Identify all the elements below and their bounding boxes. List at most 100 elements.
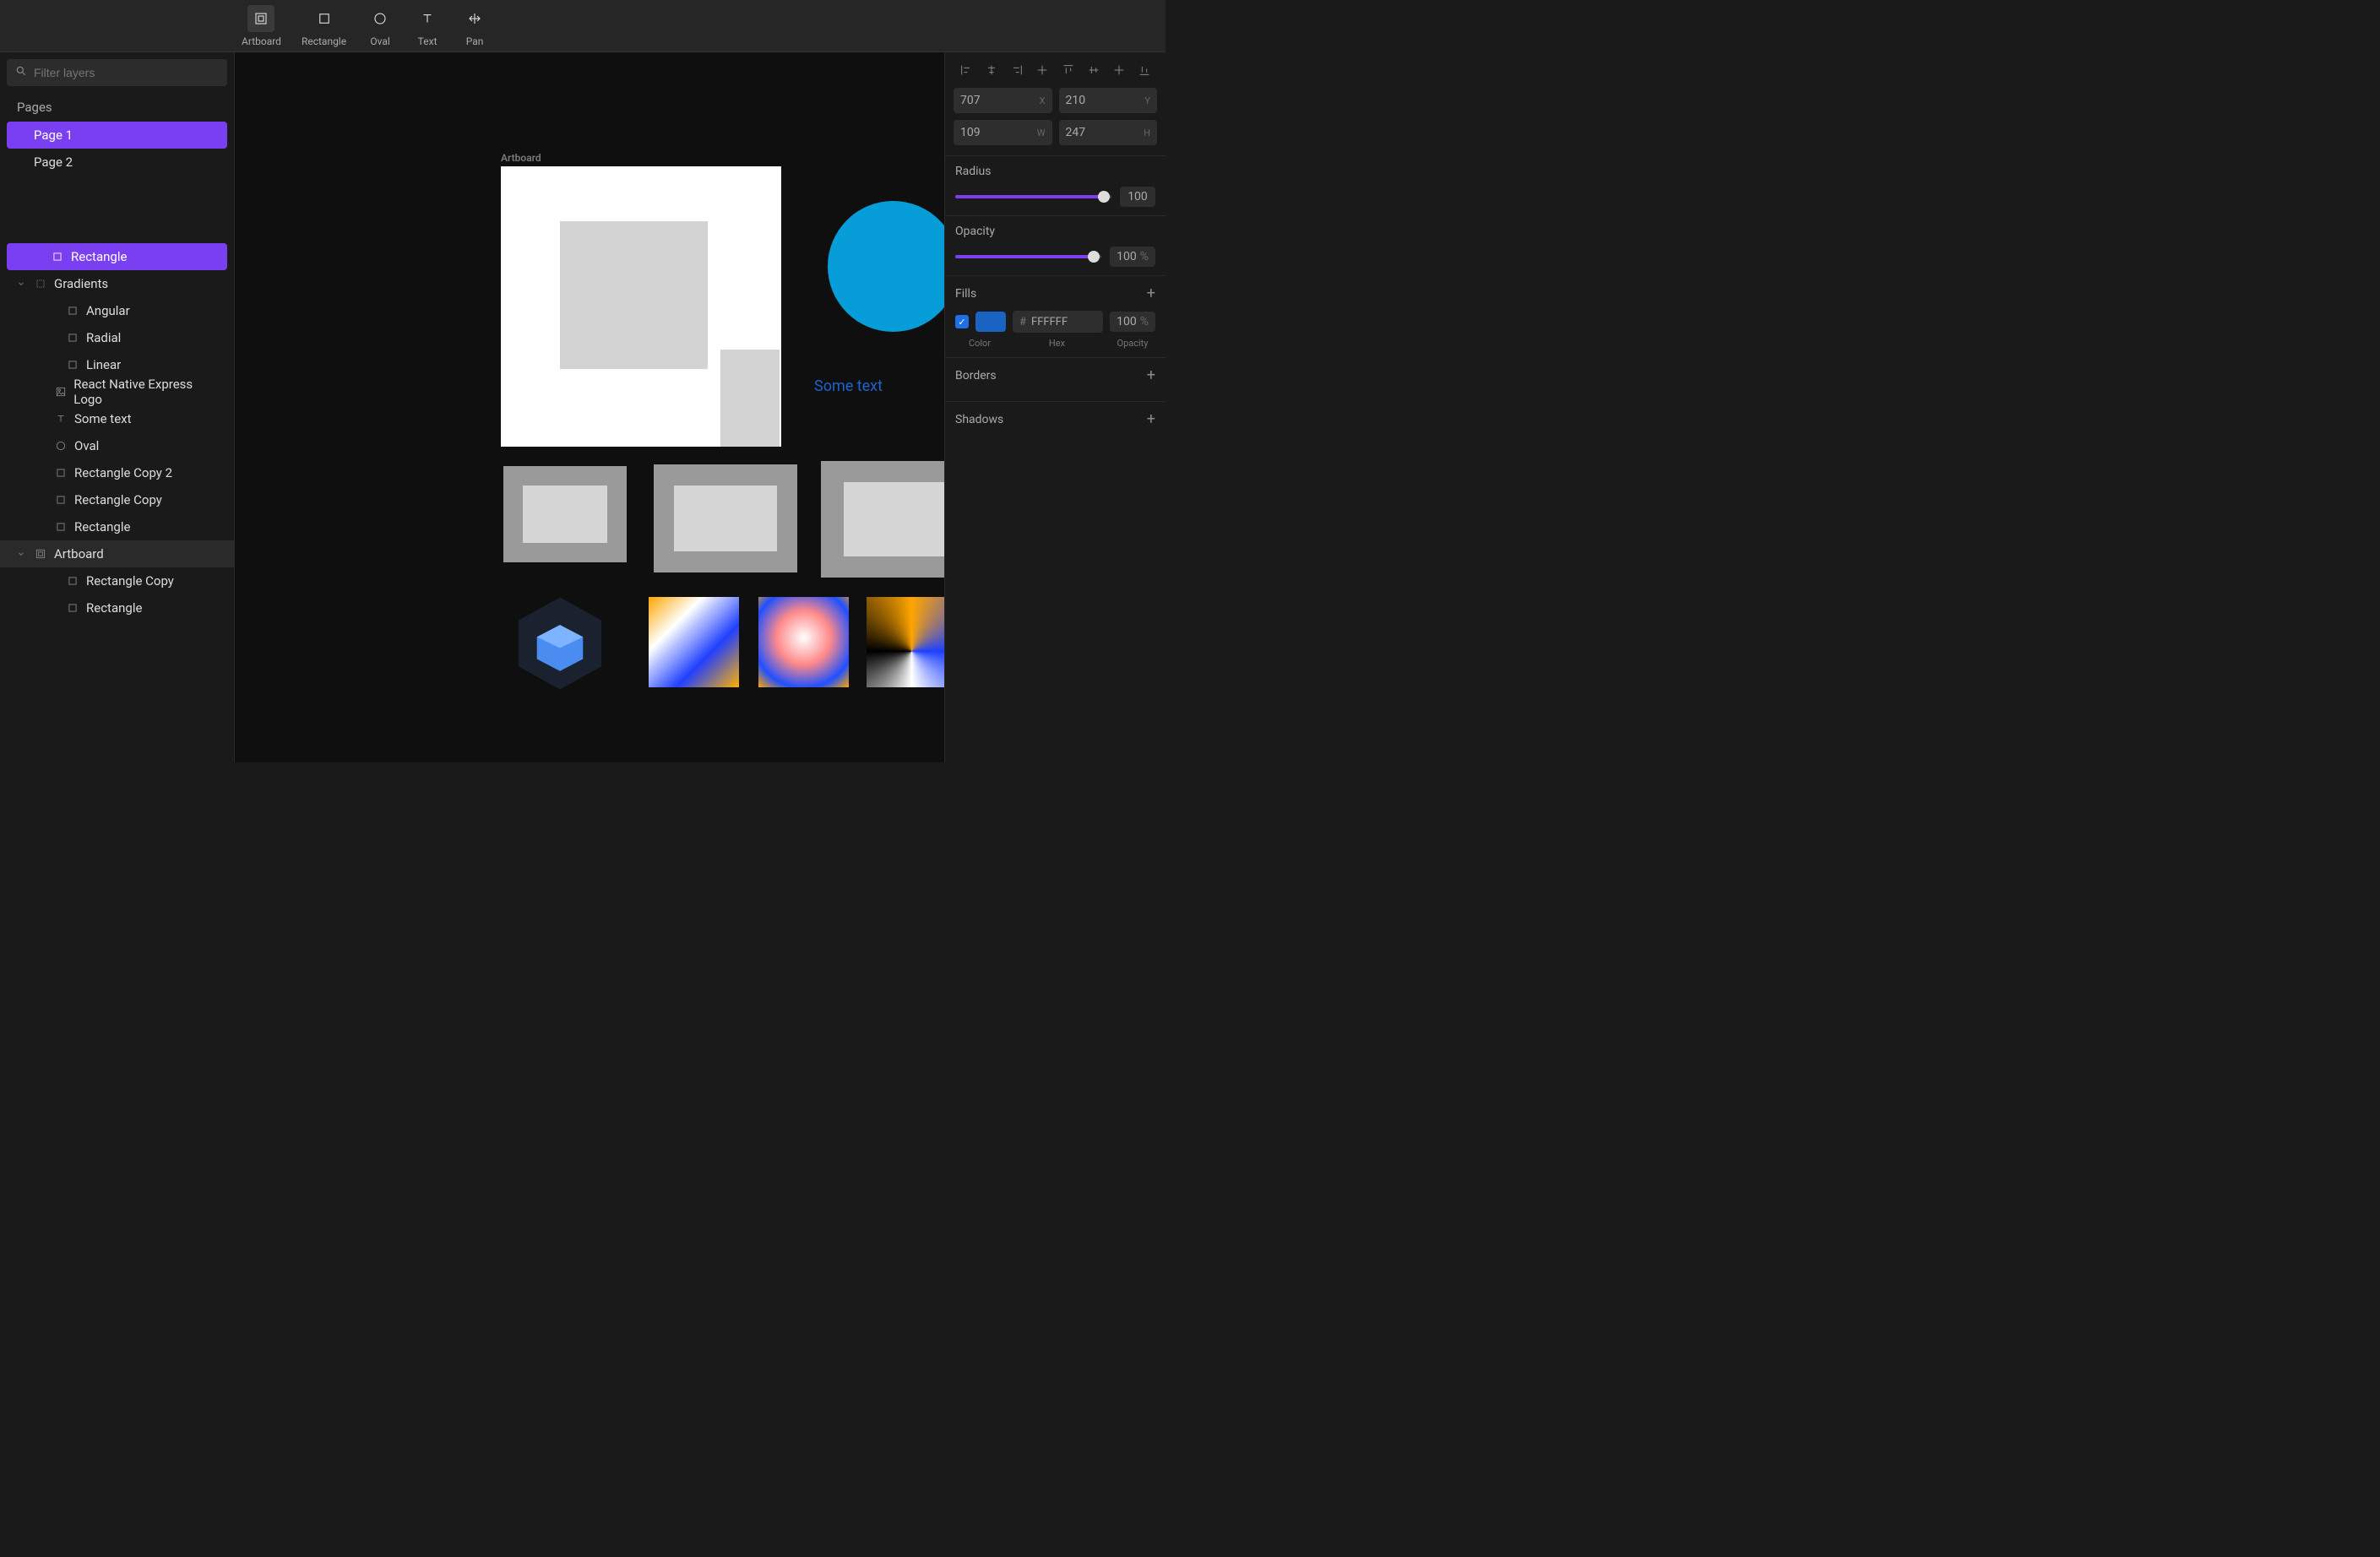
page-row[interactable]: Page 2 bbox=[0, 149, 234, 176]
layer-label: Rectangle bbox=[71, 249, 127, 264]
coord-grid: 707X 210Y 109W 247H bbox=[945, 88, 1166, 155]
rectangle-icon bbox=[311, 5, 338, 32]
layer-row[interactable]: Angular bbox=[0, 297, 234, 324]
canvas-rectangle-frame[interactable] bbox=[654, 464, 797, 572]
layer-row[interactable]: Radial bbox=[0, 324, 234, 351]
canvas-oval[interactable] bbox=[828, 201, 944, 332]
rect-icon bbox=[66, 358, 79, 372]
layer-row[interactable]: Some text bbox=[0, 405, 234, 432]
h-input[interactable]: 247H bbox=[1059, 120, 1158, 145]
add-fill-button[interactable]: + bbox=[1147, 285, 1155, 302]
canvas-gradient-linear[interactable] bbox=[649, 597, 739, 687]
radius-slider[interactable] bbox=[955, 195, 1111, 198]
image-icon bbox=[54, 385, 68, 399]
align-bottom-icon[interactable] bbox=[1135, 61, 1154, 79]
align-center-v-icon[interactable] bbox=[1084, 61, 1103, 79]
fill-hex-input[interactable]: #FFFFFF bbox=[1013, 311, 1103, 333]
opacity-value[interactable]: 100% bbox=[1110, 247, 1155, 267]
group-icon bbox=[34, 277, 47, 290]
x-input[interactable]: 707X bbox=[954, 88, 1052, 113]
align-top-icon[interactable] bbox=[1059, 61, 1078, 79]
layer-row[interactable]: Rectangle Copy bbox=[0, 486, 234, 513]
tool-label: Rectangle bbox=[302, 35, 346, 47]
canvas-logo[interactable] bbox=[513, 593, 606, 694]
artboard-label[interactable]: Artboard bbox=[501, 152, 541, 164]
radius-section: Radius 100 bbox=[945, 155, 1166, 215]
tool-oval[interactable]: Oval bbox=[361, 2, 399, 51]
align-left-icon[interactable] bbox=[957, 61, 975, 79]
radius-value[interactable]: 100 bbox=[1120, 187, 1155, 207]
inspector: 707X 210Y 109W 247H Radius 100 Opacity 1… bbox=[944, 52, 1166, 762]
rect-icon bbox=[66, 304, 79, 317]
filter-layers[interactable] bbox=[7, 59, 227, 86]
layer-row[interactable]: Linear bbox=[0, 351, 234, 378]
fill-checkbox[interactable]: ✓ bbox=[955, 315, 969, 328]
layer-label: Artboard bbox=[54, 546, 104, 561]
y-input[interactable]: 210Y bbox=[1059, 88, 1158, 113]
tool-artboard[interactable]: Artboard bbox=[236, 2, 286, 51]
layer-label: Angular bbox=[86, 303, 130, 318]
layer-label: Rectangle bbox=[86, 600, 142, 616]
tool-rectangle[interactable]: Rectangle bbox=[296, 2, 351, 51]
fills-label: Fills bbox=[955, 287, 976, 301]
layer-row[interactable]: React Native Express Logo bbox=[0, 378, 234, 405]
canvas-rectangle[interactable] bbox=[560, 221, 708, 369]
layer-row[interactable]: Artboard bbox=[0, 540, 234, 567]
chevron-down-icon[interactable] bbox=[17, 279, 27, 288]
page-row[interactable]: Page 1 bbox=[7, 122, 227, 149]
opacity-slider[interactable] bbox=[955, 255, 1101, 258]
layer-label: Radial bbox=[86, 330, 121, 345]
canvas-text[interactable]: Some text bbox=[814, 377, 883, 395]
sidebar: Pages Page 1 Page 2 Rectangle Gradients An… bbox=[0, 52, 235, 762]
artboard-icon bbox=[247, 5, 274, 32]
text-icon bbox=[414, 5, 441, 32]
align-row bbox=[945, 61, 1166, 88]
canvas-rectangle-frame[interactable] bbox=[821, 461, 944, 578]
layer-row[interactable]: Rectangle bbox=[0, 594, 234, 621]
distribute-h-icon[interactable] bbox=[1033, 61, 1051, 79]
layer-label: Rectangle Copy bbox=[86, 573, 174, 589]
fills-section: Fills+ ✓ #FFFFFF 100% Color Hex Opacity bbox=[945, 275, 1166, 357]
canvas[interactable]: Artboard Some text bbox=[235, 52, 944, 762]
fill-opacity-input[interactable]: 100% bbox=[1110, 312, 1155, 332]
layer-label: Linear bbox=[86, 357, 121, 372]
canvas-rectangle[interactable] bbox=[720, 350, 780, 447]
radius-label: Radius bbox=[955, 165, 1155, 178]
align-center-h-icon[interactable] bbox=[982, 61, 1001, 79]
add-shadow-button[interactable]: + bbox=[1147, 410, 1155, 428]
layer-label: React Native Express Logo bbox=[73, 377, 220, 407]
tool-pan[interactable]: Pan bbox=[456, 2, 493, 51]
tool-label: Text bbox=[418, 35, 437, 47]
rect-icon bbox=[54, 466, 68, 480]
add-border-button[interactable]: + bbox=[1147, 366, 1155, 384]
layer-row[interactable]: Rectangle bbox=[7, 243, 227, 270]
align-right-icon[interactable] bbox=[1008, 61, 1026, 79]
borders-section: Borders + bbox=[945, 357, 1166, 401]
layer-row[interactable]: Rectangle bbox=[0, 513, 234, 540]
layer-row[interactable]: Gradients bbox=[0, 270, 234, 297]
w-input[interactable]: 109W bbox=[954, 120, 1052, 145]
layer-row[interactable]: Rectangle Copy 2 bbox=[0, 459, 234, 486]
distribute-v-icon[interactable] bbox=[1110, 61, 1128, 79]
text-icon bbox=[54, 412, 68, 426]
canvas-gradient-angular[interactable] bbox=[867, 597, 944, 687]
oval-icon bbox=[54, 439, 68, 453]
oval-icon bbox=[367, 5, 394, 32]
rect-icon bbox=[54, 520, 68, 534]
layer-label: Rectangle Copy 2 bbox=[74, 465, 172, 480]
tool-label: Oval bbox=[370, 35, 389, 47]
toolbar: Artboard Rectangle Oval Text Pan bbox=[0, 0, 1166, 52]
layer-row[interactable]: Rectangle Copy bbox=[0, 567, 234, 594]
layer-label: Rectangle bbox=[74, 519, 130, 534]
rect-icon bbox=[66, 601, 79, 615]
fill-swatch[interactable] bbox=[975, 312, 1006, 332]
canvas-rectangle-frame[interactable] bbox=[503, 466, 627, 562]
chevron-down-icon[interactable] bbox=[17, 550, 27, 558]
tool-text[interactable]: Text bbox=[409, 2, 446, 51]
layer-row[interactable]: Oval bbox=[0, 432, 234, 459]
canvas-gradient-radial[interactable] bbox=[758, 597, 849, 687]
rect-icon bbox=[54, 493, 68, 507]
pages-label: Pages bbox=[0, 93, 234, 122]
filter-input[interactable] bbox=[34, 66, 219, 79]
borders-label: Borders bbox=[955, 369, 997, 382]
